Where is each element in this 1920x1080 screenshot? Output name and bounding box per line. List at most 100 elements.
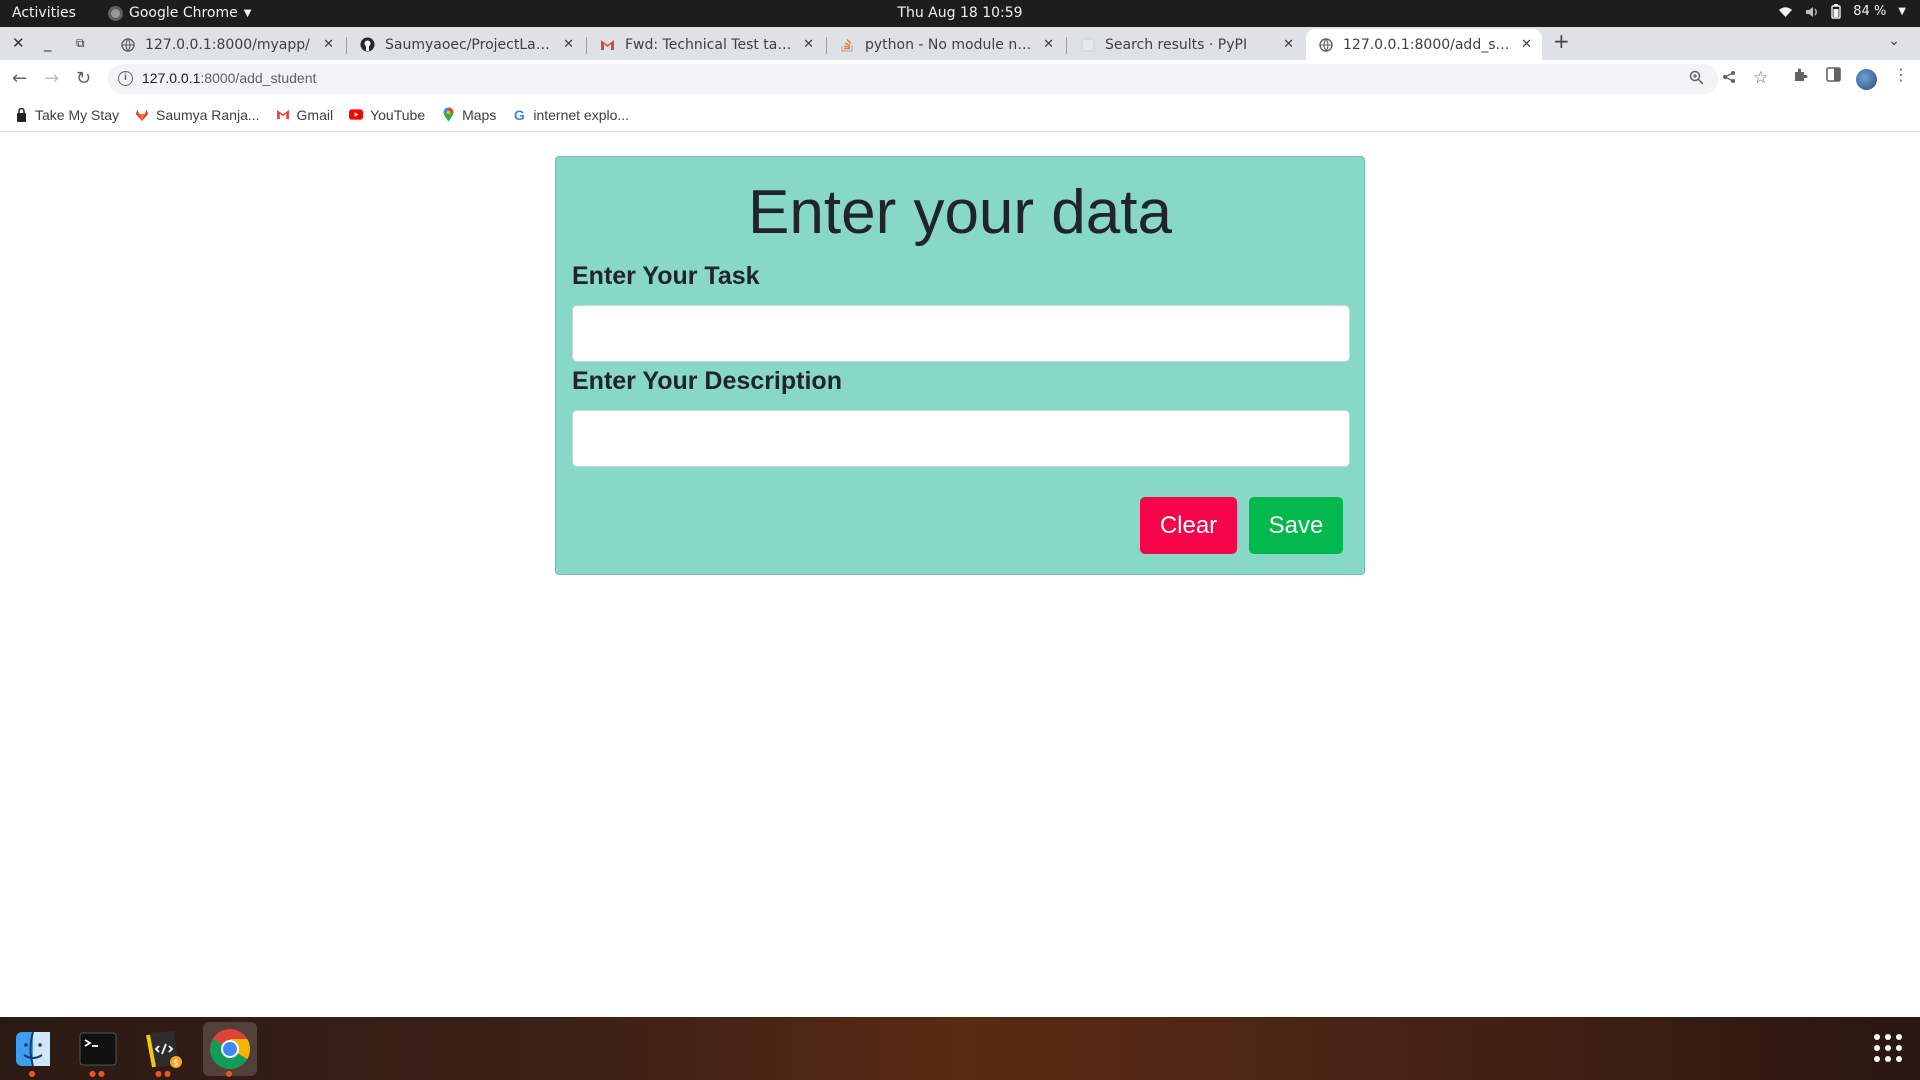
chrome-app-icon (108, 5, 123, 21)
running-indicator: ● (28, 1069, 38, 1078)
url-host: 127.0.0.1 (142, 70, 201, 86)
address-url: 127.0.0.1:8000/add_student (142, 70, 316, 86)
tab-separator (586, 37, 587, 54)
gmail-icon (276, 108, 290, 122)
task-input[interactable] (572, 305, 1350, 362)
close-tab-icon[interactable]: ✕ (1521, 37, 1532, 52)
code-editor-app[interactable]: $ ●● (137, 1022, 191, 1078)
caret-down-icon: ▼ (1898, 6, 1906, 17)
close-tab-icon[interactable]: ✕ (1283, 37, 1294, 52)
terminal-app[interactable]: ●● (71, 1022, 125, 1078)
system-top-bar: Activities Google Chrome ▼ Thu Aug 18 10… (0, 0, 1920, 27)
side-panel-icon[interactable] (1826, 67, 1841, 86)
address-bar[interactable]: i 127.0.0.1:8000/add_student ☆ (108, 64, 1768, 94)
site-info-icon[interactable]: i (118, 71, 133, 86)
bookmark-label: internet explo... (533, 106, 630, 123)
close-tab-icon[interactable]: ✕ (563, 37, 574, 52)
github-icon (360, 37, 375, 52)
close-tab-icon[interactable]: ✕ (803, 37, 814, 52)
bookmark-label: Saumya Ranja... (156, 106, 260, 123)
bookmark-maps[interactable]: Maps (441, 107, 496, 123)
reload-icon[interactable]: ↻ (76, 68, 91, 89)
running-indicator: ●● (155, 1069, 173, 1078)
bookmark-label: YouTube (370, 106, 426, 123)
svg-text:$: $ (173, 1059, 179, 1069)
youtube-icon (349, 108, 364, 122)
tab-title: Fwd: Technical Test task - (625, 36, 796, 53)
extensions-puzzle-icon[interactable] (1793, 67, 1808, 86)
dock: ● ●● $ ●● ● (0, 1017, 1920, 1080)
pypi-icon (1080, 37, 1095, 52)
tab-title: Saumyaoec/ProjectLayout (385, 36, 556, 53)
back-arrow-icon[interactable]: ← (12, 68, 27, 89)
tab-search-chevron-icon[interactable]: ⌄ (1888, 33, 1900, 49)
close-tab-icon[interactable]: ✕ (1043, 37, 1054, 52)
bookmark-label: Maps (462, 106, 497, 123)
data-entry-card: Enter your data Enter Your Task Enter Yo… (555, 156, 1365, 575)
app-menu-label: Google Chrome (129, 5, 238, 21)
globe-icon (1318, 37, 1333, 52)
description-input[interactable] (572, 410, 1350, 467)
tab-stackoverflow[interactable]: python - No module name ✕ (828, 29, 1064, 60)
tab-title: 127.0.0.1:8000/myapp/ (145, 36, 310, 53)
tab-title: 127.0.0.1:8000/add_student (1343, 36, 1513, 53)
caret-down-icon: ▼ (243, 7, 252, 19)
tab-gmail[interactable]: Fwd: Technical Test task - ✕ (588, 29, 824, 60)
tab-separator (346, 37, 347, 54)
share-icon[interactable] (1722, 70, 1736, 88)
chrome-icon (210, 1029, 250, 1069)
tab-myapp[interactable]: 127.0.0.1:8000/myapp/ ✕ (108, 29, 344, 60)
tab-strip: ✕ _ ⧉ 127.0.0.1:8000/myapp/ ✕ Saumyaoec/… (0, 27, 1920, 60)
bookmark-youtube[interactable]: YouTube (349, 107, 425, 123)
bookmark-label: Gmail (296, 106, 334, 123)
activities-button[interactable]: Activities (12, 5, 76, 21)
profile-avatar[interactable] (1856, 69, 1877, 90)
bookmark-internet-explorer[interactable]: G internet explo... (512, 107, 629, 123)
browser-toolbar: ← → ↻ i 127.0.0.1:8000/add_student ☆ ⋮ (0, 60, 1920, 98)
chrome-app[interactable]: ● (203, 1022, 257, 1078)
url-path: :8000/add_student (200, 70, 317, 86)
close-tab-icon[interactable]: ✕ (323, 37, 334, 52)
tab-github[interactable]: Saumyaoec/ProjectLayout ✕ (348, 29, 584, 60)
gitlab-icon (135, 108, 149, 122)
globe-icon (120, 37, 135, 52)
terminal-icon (79, 1032, 117, 1066)
running-indicator: ● (225, 1069, 235, 1078)
battery-icon (1831, 4, 1841, 19)
bookmark-saumya-ranjan[interactable]: Saumya Ranja... (135, 107, 260, 123)
bookmark-favicon-icon (14, 107, 28, 122)
google-icon: G (513, 106, 525, 123)
show-applications-grid-icon[interactable] (1874, 1034, 1902, 1062)
window-restore-icon[interactable]: ⧉ (76, 36, 85, 51)
finder-icon (16, 1031, 50, 1067)
tab-pypi[interactable]: Search results · PyPI ✕ (1068, 29, 1304, 60)
bookmark-take-my-stay[interactable]: Take My Stay (14, 107, 119, 123)
form-heading: Enter your data (748, 178, 1172, 247)
gmail-icon (600, 37, 615, 52)
app-menu[interactable]: Google Chrome ▼ (108, 5, 251, 21)
save-button[interactable]: Save (1249, 497, 1343, 554)
tab-title: Search results · PyPI (1105, 36, 1248, 53)
window-minimize-icon[interactable]: _ (44, 34, 52, 52)
volume-icon (1806, 6, 1818, 17)
wifi-icon (1779, 6, 1793, 17)
clear-button[interactable]: Clear (1140, 497, 1237, 554)
tab-separator (826, 37, 827, 54)
description-label: Enter Your Description (572, 367, 842, 395)
window-close-icon[interactable]: ✕ (12, 34, 25, 52)
system-tray[interactable]: 84 % ▼ (1778, 4, 1906, 19)
task-label: Enter Your Task (572, 262, 760, 290)
tab-separator (1066, 37, 1067, 54)
tab-add-student[interactable]: 127.0.0.1:8000/add_student ✕ (1306, 29, 1542, 60)
code-editor-icon: $ (146, 1031, 182, 1069)
clock[interactable]: Thu Aug 18 10:59 (897, 5, 1022, 21)
files-app[interactable]: ● (6, 1022, 60, 1078)
bookmark-label: Take My Stay (35, 106, 120, 123)
new-tab-icon[interactable]: + (1553, 29, 1570, 53)
forward-arrow-icon[interactable]: → (44, 68, 59, 89)
zoom-icon[interactable] (1689, 70, 1704, 89)
more-menu-icon[interactable]: ⋮ (1893, 65, 1909, 84)
running-indicator: ●● (89, 1069, 107, 1078)
bookmark-gmail[interactable]: Gmail (276, 106, 334, 123)
bookmark-star-icon[interactable]: ☆ (1753, 68, 1768, 88)
